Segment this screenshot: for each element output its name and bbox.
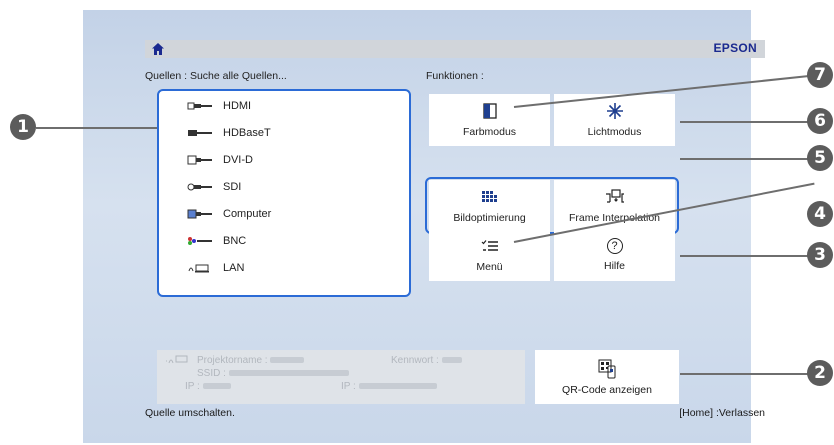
help-label: Hilfe [603,260,625,272]
callout-5: 5 [807,145,833,171]
show-qr-code-button[interactable]: QR-Code anzeigen [535,350,679,404]
wired-ip-label: IP : [341,381,356,392]
menu-label: Menü [476,261,503,273]
brand-logo: EPSON [713,41,757,55]
computer-port-icon [187,209,212,219]
hdbaset-port-icon [188,130,212,136]
callout-line-5 [680,158,808,160]
image-enhancement-label: Bildoptimierung [453,211,526,224]
source-item-hdmi[interactable]: HDMI [187,96,251,116]
callout-2: 2 [807,360,833,386]
qr-code-icon [598,359,616,378]
status-bar: Quelle umschalten. [Home] :Verlassen [145,407,765,419]
source-item-computer[interactable]: Computer [187,204,271,224]
source-label: Computer [223,208,272,220]
source-label: HDBaseT [223,127,271,139]
source-item-hdbaset[interactable]: HDBaseT [187,123,271,143]
source-label: BNC [223,235,247,247]
help-button[interactable]: ? Hilfe [554,229,675,281]
frame-interpolation-icon [605,188,624,203]
source-item-lan[interactable]: LAN [187,258,244,278]
callout-line-6 [680,121,808,123]
source-item-bnc[interactable]: BNC [187,231,246,251]
menu-icon [481,240,498,251]
light-mode-icon [606,103,623,119]
hdmi-port-icon [187,102,212,110]
top-bar: EPSON [145,40,765,58]
source-list: HDMI HDBaseT DVI-D SDI Computer BNC LAN [157,89,411,297]
lan-icon [188,264,209,273]
callout-3: 3 [807,242,833,268]
qr-code-label: QR-Code anzeigen [562,383,652,396]
image-enhancement-button[interactable]: Bildoptimierung [429,180,550,231]
exit-hint: [Home] :Verlassen [679,407,765,419]
color-mode-label: Farbmodus [462,126,517,138]
source-label: DVI-D [223,154,253,166]
color-mode-button[interactable]: Farbmodus [429,94,550,146]
callout-7: 7 [807,62,833,88]
callout-4: 4 [807,201,833,227]
status-hint: Quelle umschalten. [145,407,235,419]
callout-line-3 [680,255,808,257]
color-mode-icon [482,103,497,119]
home-icon[interactable] [151,42,165,56]
source-label: HDMI [223,100,252,112]
dvi-port-icon [187,155,212,165]
callout-line-2 [680,373,808,375]
password-label: Kennwort : [391,355,439,366]
image-enhancement-icon [481,190,497,202]
functions-label: Funktionen : [426,70,484,82]
callout-1: 1 [10,114,36,140]
projector-home-screen: EPSON Quellen : Suche alle Quellen... Fu… [83,10,765,443]
source-item-dvi-d[interactable]: DVI-D [187,150,253,170]
projector-info-panel: ᐧ Projektorname : Kennwort : SSID : IP :… [157,350,525,404]
callout-6: 6 [807,108,833,134]
ip-label: IP : [185,381,200,392]
bnc-port-icon [188,237,212,245]
light-mode-label: Lichtmodus [587,126,642,138]
projector-name-label: Projektorname : [197,355,268,366]
help-icon: ? [606,238,623,254]
source-item-sdi[interactable]: SDI [187,177,241,197]
network-icon: ᐧ [165,355,190,368]
callout-line-1 [36,127,157,129]
source-label: LAN [223,262,245,274]
source-label: SDI [223,181,242,193]
sources-label: Quellen : Suche alle Quellen... [145,70,287,82]
ssid-label: SSID : [197,368,226,379]
sdi-port-icon [187,183,212,191]
